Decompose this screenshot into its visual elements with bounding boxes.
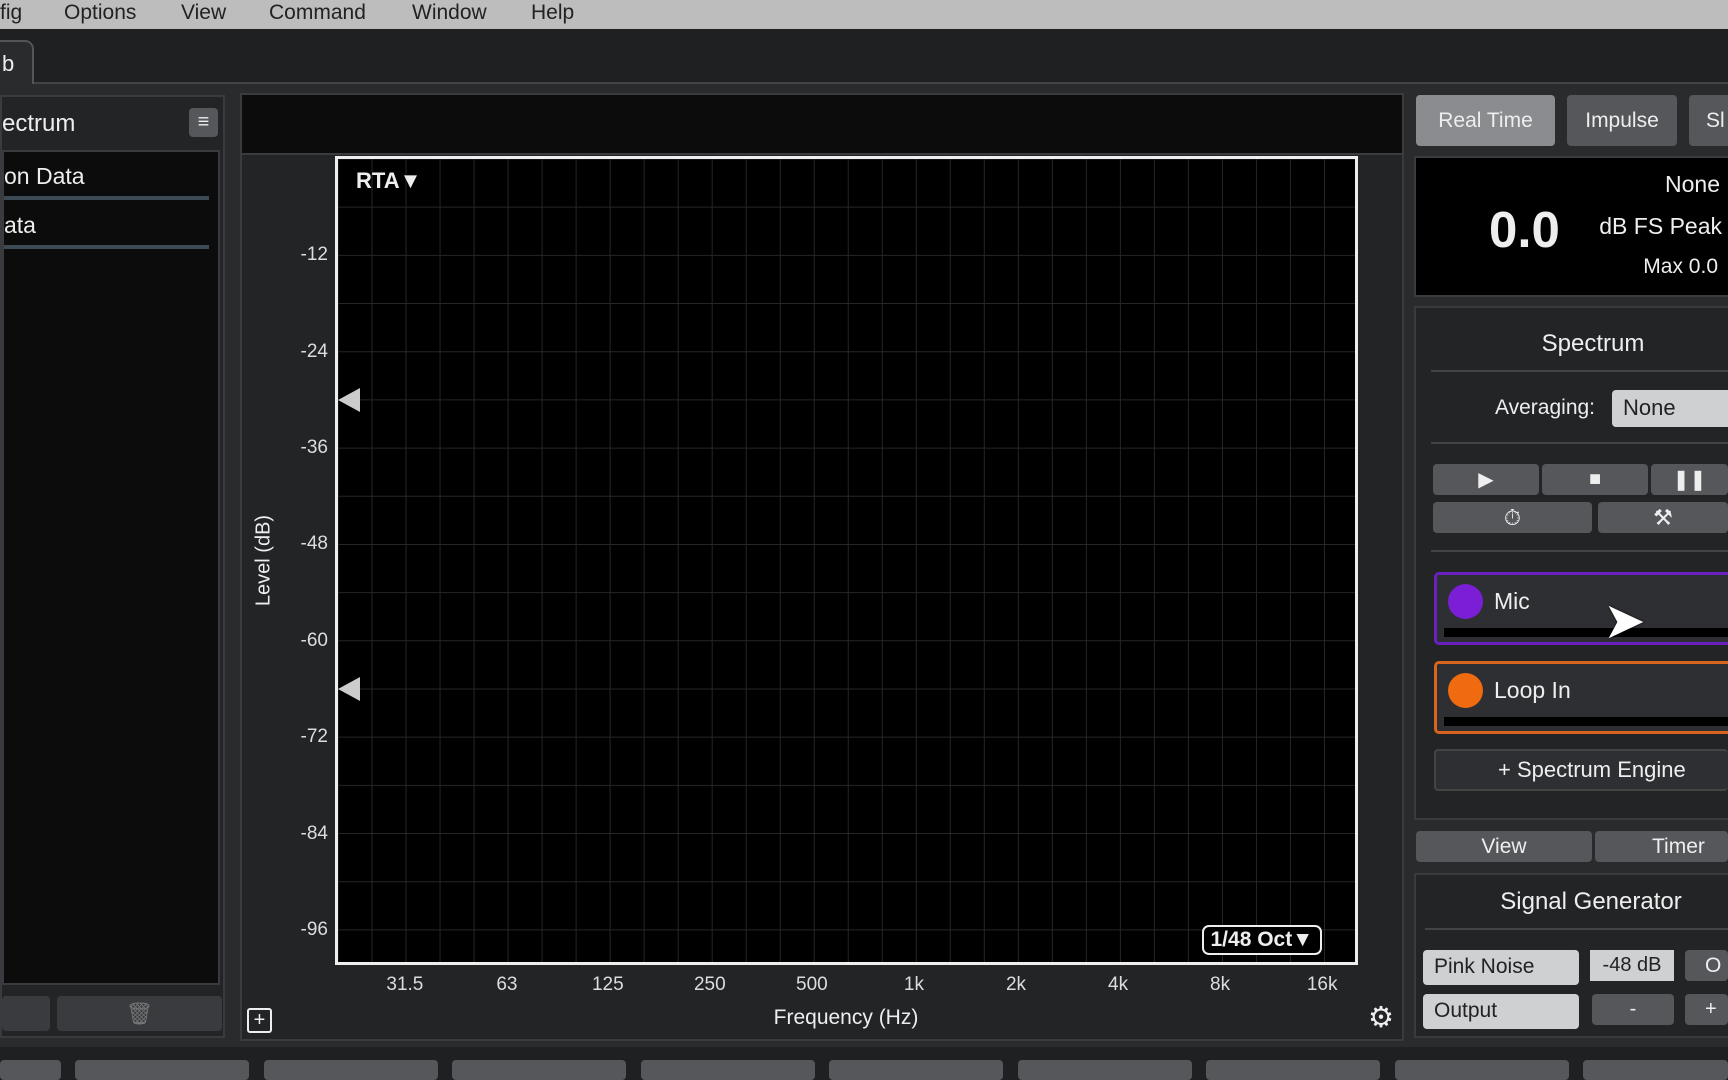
menu-icon[interactable]: ≡ [189,108,218,137]
engine-name: Loop In [1494,677,1571,703]
y-tick-label: -24 [300,340,328,362]
add-spectrum-engine-button[interactable]: + Spectrum Engine [1434,749,1728,791]
spectrum-title: Spectrum [1541,330,1645,357]
data-list: on Data ata [2,150,220,985]
resolution-dropdown[interactable]: 1/48 Oct▼ [1201,925,1322,955]
loop-color-dot[interactable] [1448,673,1483,708]
bottom-toolbar-button[interactable] [0,1060,61,1080]
x-tick-label: 16k [1306,974,1338,995]
tab-view[interactable]: View [1416,831,1592,862]
pause-button[interactable]: ❚❚ [1651,464,1728,495]
x-tick-label: 500 [796,974,828,995]
y-tick-label: -96 [300,918,328,940]
list-item[interactable]: ata [4,212,36,239]
x-axis-label: Frequency (Hz) [773,1006,919,1029]
divider [1431,550,1728,552]
level-meter [1444,628,1728,637]
siggen-title: Signal Generator [1500,888,1682,915]
menu-command[interactable]: Command [269,1,366,25]
mode-dropdown[interactable]: RTA▼ [356,168,421,194]
y-tick-label: -84 [300,822,328,844]
bottom-toolbar-button[interactable] [1583,1060,1728,1080]
chart-header [242,95,1402,155]
engine-mic[interactable]: Mic [1434,572,1728,645]
level-value: 0.0 [1489,201,1560,258]
panel-title: ectrum [2,110,76,137]
tab-timer[interactable]: Timer [1595,831,1728,862]
bottom-toolbar-button[interactable] [75,1060,249,1080]
grid [338,159,1355,962]
y-tick-label: -72 [300,726,328,748]
tools-icon[interactable]: ⚒ [1598,502,1728,533]
averaging-label: Averaging: [1495,396,1596,419]
menu-bar: fig Options View Command Window Help [0,0,1728,29]
bottom-toolbar-button[interactable] [1206,1060,1380,1080]
spectrum-panel: Spectrum Averaging: None ▶ ■ ❚❚ ⏱ ⚒ Mic … [1414,306,1728,820]
level-marker-handle[interactable] [338,387,360,412]
tab-real-time[interactable]: Real Time [1416,95,1555,146]
y-tick-label: -12 [300,244,328,266]
list-divider [4,196,209,200]
add-icon[interactable]: + [247,1008,272,1033]
timer-icon[interactable]: ⏱ [1433,502,1592,533]
tab-sl[interactable]: Sl [1689,95,1728,146]
mic-color-dot[interactable] [1448,584,1483,619]
level-meter [1444,717,1728,726]
mouse-cursor: ➤ [1603,592,1646,649]
level-readout: 0.0 None dB FS Peak Max 0.0 [1414,156,1728,297]
x-tick-label: 2k [1005,974,1027,995]
bottom-toolbar-button[interactable] [264,1060,438,1080]
signal-generator-panel: Signal Generator Pink Noise -48 dB O Out… [1414,873,1728,1038]
menu-view[interactable]: View [181,1,226,25]
level-plus-button[interactable]: + [1685,994,1728,1025]
left-panel: ectrum ≡ on Data ata 🗑 [0,95,225,1038]
stop-button[interactable]: ■ [1542,464,1648,495]
menu-window[interactable]: Window [412,1,487,25]
divider [1431,370,1728,372]
max-value: Max 0.0 [1643,255,1718,278]
x-tick-label: 63 [496,974,518,995]
x-tick-label: 31.5 [386,974,424,995]
engine-name: Mic [1494,588,1530,614]
divider [1425,928,1728,930]
y-axis-label: Level (dB) [252,514,275,607]
trash-icon[interactable]: 🗑 [57,996,222,1031]
list-item[interactable]: on Data [4,163,85,190]
signal-type-select[interactable]: Pink Noise [1423,950,1579,985]
list-divider [4,245,209,249]
x-tick-label: 4k [1108,974,1129,995]
bottom-toolbar-button[interactable] [1395,1060,1569,1080]
level-minus-button[interactable]: - [1592,994,1674,1025]
gear-icon[interactable]: ⚙ [1368,1000,1394,1035]
divider [1431,442,1728,444]
level-marker-handle[interactable] [338,676,360,701]
tab-bar [0,29,1728,84]
output-select[interactable]: Output [1423,994,1579,1029]
menu-config[interactable]: fig [0,1,22,25]
bottom-toolbar-button[interactable] [641,1060,815,1080]
signal-level-field[interactable]: -48 dB [1590,950,1674,981]
x-tick-label: 8k [1210,974,1231,995]
engine-loop-in[interactable]: Loop In [1434,661,1728,734]
plot-area[interactable]: RTA▼ 1/48 Oct▼ [335,156,1358,965]
bottom-toolbar-button[interactable] [1018,1060,1192,1080]
bottom-toolbar-button[interactable] [829,1060,1003,1080]
tab-lab[interactable]: b [0,40,34,84]
signal-on-button[interactable]: O [1685,950,1728,981]
bottom-toolbar-button[interactable] [452,1060,626,1080]
list-action-button[interactable] [2,996,50,1031]
averaging-select[interactable]: None [1612,390,1728,427]
x-tick-label: 250 [693,974,726,995]
level-unit: dB FS Peak [1599,213,1722,239]
averaging-display: None [1665,171,1720,197]
tab-impulse[interactable]: Impulse [1567,95,1677,146]
menu-help[interactable]: Help [531,1,574,25]
bottom-toolbar [0,1047,1728,1080]
play-button[interactable]: ▶ [1433,464,1539,495]
x-tick-label: 125 [591,974,624,995]
x-tick-label: 1k [903,974,924,995]
menu-options[interactable]: Options [64,1,136,25]
y-tick-label: -36 [300,437,328,459]
